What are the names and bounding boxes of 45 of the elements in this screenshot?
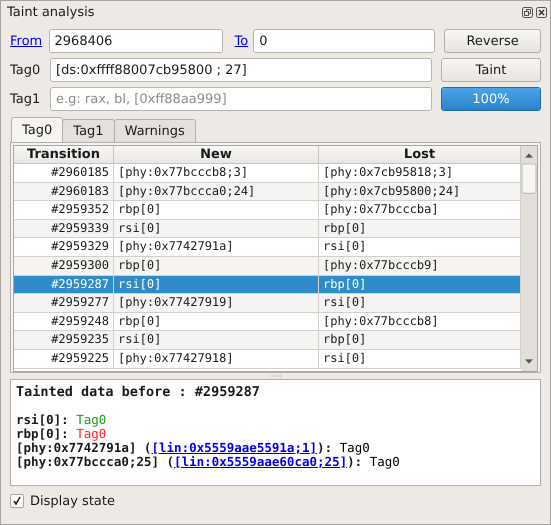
progress-bar: 100% xyxy=(441,87,541,111)
table-row[interactable]: #2959277 [phy:0x77427919] rsi[0] xyxy=(14,294,521,313)
table-row[interactable]: #2959352 rbp[0] [phy:0x77bcccba] xyxy=(14,201,521,220)
taint-button[interactable]: Taint xyxy=(441,58,541,82)
table-cell: [phy:0x77427918] xyxy=(114,350,319,369)
address-link[interactable]: [lin:0x5559aae5591a;1] xyxy=(151,440,318,455)
table-row[interactable]: #2959248 rbp[0] [phy:0x77bcccb8] xyxy=(14,312,521,332)
table-row[interactable]: #2959225 [phy:0x77427918] rsi[0] xyxy=(14,350,521,369)
taint-entry: [phy:0x77bccca0;25] ([lin:0x5559aae60ca0;25]): Tag0 xyxy=(16,455,401,469)
tag-field[interactable]: e.g: rax, bl, [0xff88aa999] xyxy=(50,87,432,111)
table-row[interactable]: #2959339 rsi[0] rbp[0] xyxy=(14,220,521,238)
taint-entry: rsi[0]: Tag0 xyxy=(16,413,108,427)
table-row[interactable]: #2959300 rbp[0] [phy:0x77bcccb9] xyxy=(14,256,521,276)
tag-label: Tag0 xyxy=(10,62,42,78)
address-link[interactable]: [lin:0x5559aae60ca0;25] xyxy=(174,454,348,469)
tab[interactable]: Tag1 xyxy=(62,119,115,142)
details-heading: Tainted data before : #2959287 xyxy=(16,384,261,400)
table-row[interactable]: #2959329 [phy:0x7742791a] rsi[0] xyxy=(14,238,521,257)
close-icon[interactable] xyxy=(536,6,547,18)
splitter-handle[interactable] xyxy=(268,374,282,378)
taint-entry: [phy:0x7742791a] ([lin:0x5559aae5591a;1]): Tag0 xyxy=(16,441,371,455)
reverse-button[interactable]: Reverse xyxy=(444,29,541,53)
from-link[interactable]: From xyxy=(10,34,49,48)
table-row[interactable]: #2959287 rsi[0] rbp[0] xyxy=(14,276,521,294)
column-header[interactable]: Lost xyxy=(319,146,521,164)
table-row[interactable]: #2959235 rsi[0] rbp[0] xyxy=(14,331,521,350)
tag-label: Tag1 xyxy=(10,92,42,106)
table-cell: rsi[0] xyxy=(319,350,521,369)
checkbox-label: Display state xyxy=(30,494,115,508)
taint-entry: rbp[0]: Tag0 xyxy=(16,427,108,441)
tag-field[interactable]: [ds:0xffff88007cb95800 ; 27] xyxy=(50,58,432,82)
tab[interactable]: Warnings xyxy=(114,119,196,142)
table-row[interactable]: #2960185 [phy:0x77bcccb8;3] [phy:0x7cb95818;3] xyxy=(14,164,521,183)
table-cell: #2959225 xyxy=(14,350,114,369)
window-title: Taint analysis xyxy=(7,4,96,20)
to-link[interactable]: To xyxy=(234,34,248,48)
column-header[interactable]: Transition xyxy=(14,146,114,164)
float-icon[interactable] xyxy=(522,6,533,18)
column-header[interactable]: New xyxy=(114,146,319,164)
display-state-checkbox[interactable] xyxy=(10,494,24,508)
table-row[interactable]: #2960183 [phy:0x77bccca0;24] [phy:0x7cb95800;24] xyxy=(14,182,521,202)
to-field[interactable]: 0 xyxy=(253,29,436,53)
tab[interactable]: Tag0 xyxy=(11,117,64,142)
vertical-scrollbar[interactable] xyxy=(521,146,537,371)
from-field[interactable]: 2968406 xyxy=(48,29,223,53)
